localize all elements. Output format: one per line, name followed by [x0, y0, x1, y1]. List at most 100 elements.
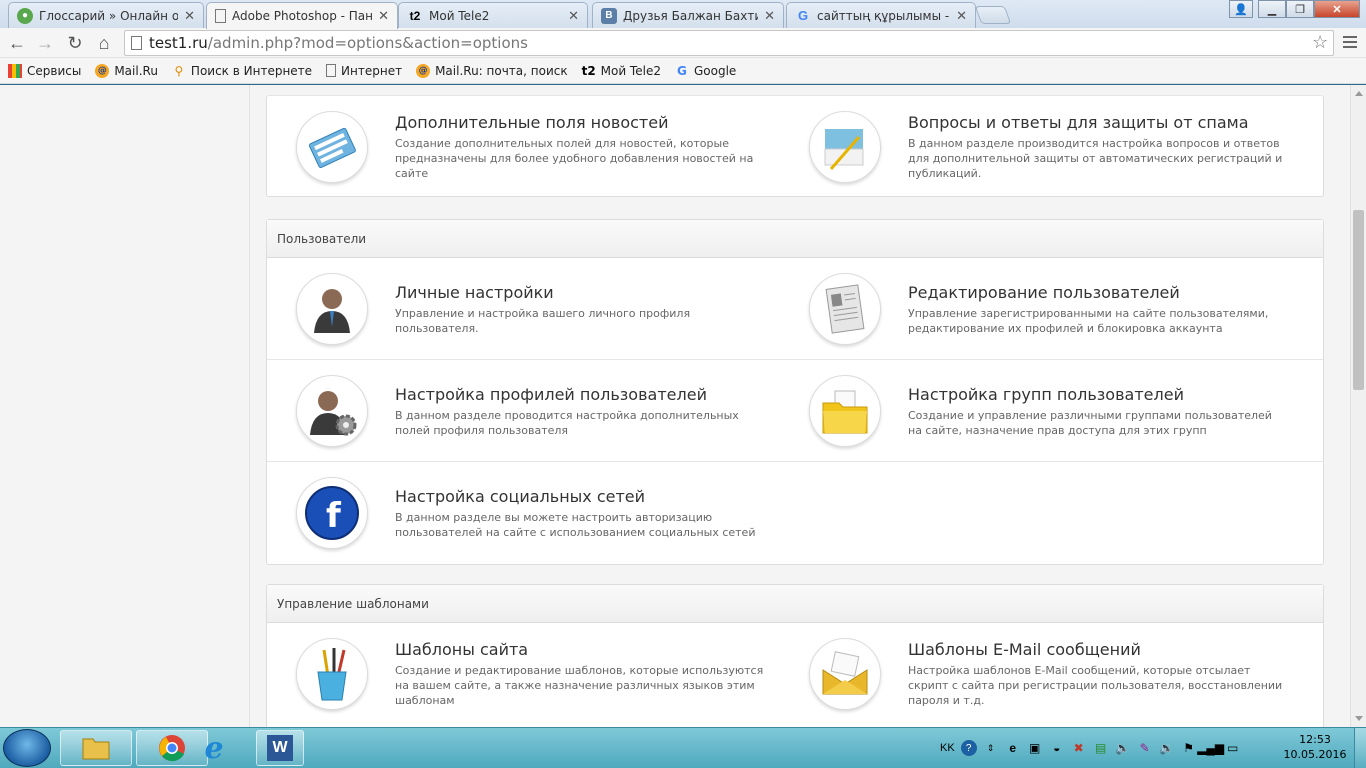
browser-tray-icon[interactable]: e	[1005, 740, 1021, 756]
back-arrow-icon[interactable]: ←	[6, 32, 28, 54]
tab-title: сайттың құрылымы - По	[817, 8, 950, 23]
item-title: Шаблоны E-Mail сообщений	[908, 640, 1141, 659]
close-tab-icon[interactable]: ✕	[568, 8, 579, 24]
address-bar[interactable]: test1.ru/admin.php?mod=options&action=op…	[124, 30, 1334, 56]
show-desktop-button[interactable]	[1354, 728, 1366, 768]
settings-item-site-templates[interactable]: Шаблоны сайта Создание и редактирование …	[267, 623, 780, 725]
bookmark-label: Мой Tele2	[600, 63, 661, 78]
help-icon[interactable]: ?	[960, 740, 977, 756]
close-tab-icon[interactable]: ✕	[378, 8, 389, 24]
settings-row: Настройка профилей пользователей В данно…	[267, 360, 1323, 462]
ie-taskbar-icon[interactable]: e	[184, 730, 244, 766]
bookmark-item[interactable]: @ Mail.Ru	[95, 63, 158, 78]
minimize-button[interactable]: ▁	[1258, 0, 1286, 18]
speaker-icon[interactable]: 🔈	[1115, 740, 1131, 756]
settings-item-spam-questions[interactable]: Вопросы и ответы для защиты от спама В д…	[780, 96, 1293, 198]
browser-tab[interactable]: G сайттың құрылымы - По ✕	[786, 2, 976, 28]
user-gear-icon	[296, 375, 368, 447]
item-description: Создание и редактирование шаблонов, кото…	[395, 664, 764, 707]
close-tab-icon[interactable]: ✕	[956, 8, 967, 24]
tab-title: Друзья Балжан Бахтияро	[623, 8, 758, 23]
url-host: test1.ru	[149, 34, 208, 52]
browser-tabstrip: ● Глоссарий » Онлайн оку ✕ Adobe Photosh…	[0, 0, 1366, 29]
apps-grid-icon	[8, 63, 22, 78]
page-icon	[326, 64, 337, 77]
tab-title: Adobe Photoshop - Пане	[232, 9, 373, 23]
settings-item-email-templates[interactable]: Шаблоны E-Mail сообщений Настройка шабло…	[780, 623, 1293, 725]
settings-item-user-groups[interactable]: Настройка групп пользователей Создание и…	[780, 360, 1293, 462]
network-signal-icon[interactable]: ▂▄▆	[1197, 740, 1224, 756]
action-center-icon[interactable]: ⚑	[1181, 740, 1197, 756]
settings-item-personal[interactable]: Личные настройки Управление и настройка …	[267, 258, 780, 360]
left-sidebar	[0, 85, 250, 727]
facebook-icon: f	[296, 477, 368, 549]
item-description: Настройка шаблонов E-Mail сообщений, кот…	[908, 664, 1283, 707]
clock-date: 10.05.2016	[1283, 748, 1347, 761]
item-title: Настройка социальных сетей	[395, 486, 646, 506]
home-icon[interactable]: ⌂	[93, 32, 115, 54]
item-description: Управление и настройка вашего личного пр…	[395, 306, 691, 335]
incognito-icon[interactable]: ◒	[1049, 740, 1065, 756]
mailru-icon: @	[95, 63, 110, 78]
item-description: Создание и управление различными группам…	[908, 408, 1272, 437]
item-description: В данном разделе производится настройка …	[908, 137, 1283, 180]
bookmark-item[interactable]: t2 Мой Tele2	[582, 64, 661, 78]
clock[interactable]: 12:53 10.05.2016	[1280, 732, 1350, 762]
explorer-taskbar-icon[interactable]	[60, 730, 132, 766]
battery-icon[interactable]: ▭	[1225, 740, 1241, 756]
antivirus-icon[interactable]: ✖	[1071, 740, 1087, 756]
window-controls: ▁ ❐ ✕	[1258, 0, 1360, 18]
browser-tab[interactable]: B Друзья Балжан Бахтияро ✕	[592, 2, 784, 28]
panel-header: Пользователи	[267, 220, 1323, 258]
bookmark-item[interactable]: Интернет	[326, 64, 402, 78]
settings-item-social[interactable]: f Настройка социальных сетей В данном ра…	[267, 462, 780, 564]
settings-item-edit-users[interactable]: Редактирование пользователей Управление …	[780, 258, 1293, 360]
browser-tab[interactable]: ● Глоссарий » Онлайн оку ✕	[8, 2, 204, 28]
scroll-down-icon[interactable]	[1355, 716, 1363, 721]
new-tab-button[interactable]	[974, 6, 1012, 24]
word-taskbar-icon[interactable]: W	[256, 730, 304, 766]
bookmark-label: Mail.Ru	[114, 63, 158, 78]
books-icon[interactable]: ▤	[1093, 740, 1109, 756]
menu-icon[interactable]	[1342, 34, 1358, 50]
bookmark-label: Интернет	[341, 63, 403, 78]
maximize-button[interactable]: ❐	[1286, 0, 1314, 18]
browser-tab[interactable]: t2 Мой Tele2 ✕	[398, 2, 588, 28]
bookmark-item[interactable]: ⚲ Поиск в Интернете	[172, 63, 313, 78]
bookmarks-bar: Сервисы @ Mail.Ru ⚲ Поиск в Интернете Ин…	[0, 58, 1366, 84]
bookmark-star-icon[interactable]: ☆	[1312, 32, 1328, 53]
tele2-icon: t2	[581, 63, 596, 78]
page-icon	[215, 9, 226, 23]
clipboard-icon[interactable]: ▣	[1027, 740, 1043, 756]
bookmark-label: Сервисы	[27, 63, 82, 78]
page-scrollbar[interactable]	[1350, 85, 1366, 727]
tab-title: Мой Tele2	[429, 8, 490, 23]
pen-icon[interactable]: ✎	[1137, 740, 1153, 756]
bookmark-item[interactable]: G Google	[675, 64, 736, 78]
volume-icon[interactable]: 🔉	[1159, 740, 1175, 756]
close-tab-icon[interactable]: ✕	[184, 8, 195, 24]
scroll-up-icon[interactable]	[1355, 91, 1363, 96]
glossary-icon: ●	[17, 7, 33, 24]
tele2-icon: t2	[409, 8, 421, 23]
bookmark-item[interactable]: Сервисы	[8, 63, 82, 78]
search-magnifier-icon: ⚲	[174, 63, 184, 78]
windows-start-icon[interactable]	[3, 729, 51, 767]
language-indicator[interactable]: KK	[940, 742, 955, 754]
scroll-thumb[interactable]	[1353, 210, 1364, 390]
item-title: Настройка профилей пользователей	[395, 384, 707, 404]
forward-arrow-icon[interactable]: →	[34, 32, 56, 54]
browser-tab-active[interactable]: Adobe Photoshop - Пане ✕	[206, 2, 398, 29]
close-window-button[interactable]: ✕	[1314, 0, 1360, 18]
settings-panel-templates: Управление шаблонами Шаблоны сайта Созда…	[266, 584, 1324, 727]
vk-icon: B	[601, 7, 617, 24]
expand-tray-icon[interactable]: ⇕	[983, 740, 999, 756]
bookmark-item[interactable]: @ Mail.Ru: почта, поиск	[416, 63, 568, 78]
settings-item-news-fields[interactable]: Дополнительные поля новостей Создание до…	[267, 96, 780, 198]
item-description: В данном разделе проводится настройка до…	[395, 408, 739, 437]
reload-icon[interactable]: ↻	[64, 32, 86, 54]
close-tab-icon[interactable]: ✕	[764, 8, 775, 24]
news-fields-icon	[296, 111, 368, 183]
settings-item-profile-fields[interactable]: Настройка профилей пользователей В данно…	[267, 360, 780, 462]
user-profile-icon[interactable]: 👤	[1229, 0, 1253, 18]
